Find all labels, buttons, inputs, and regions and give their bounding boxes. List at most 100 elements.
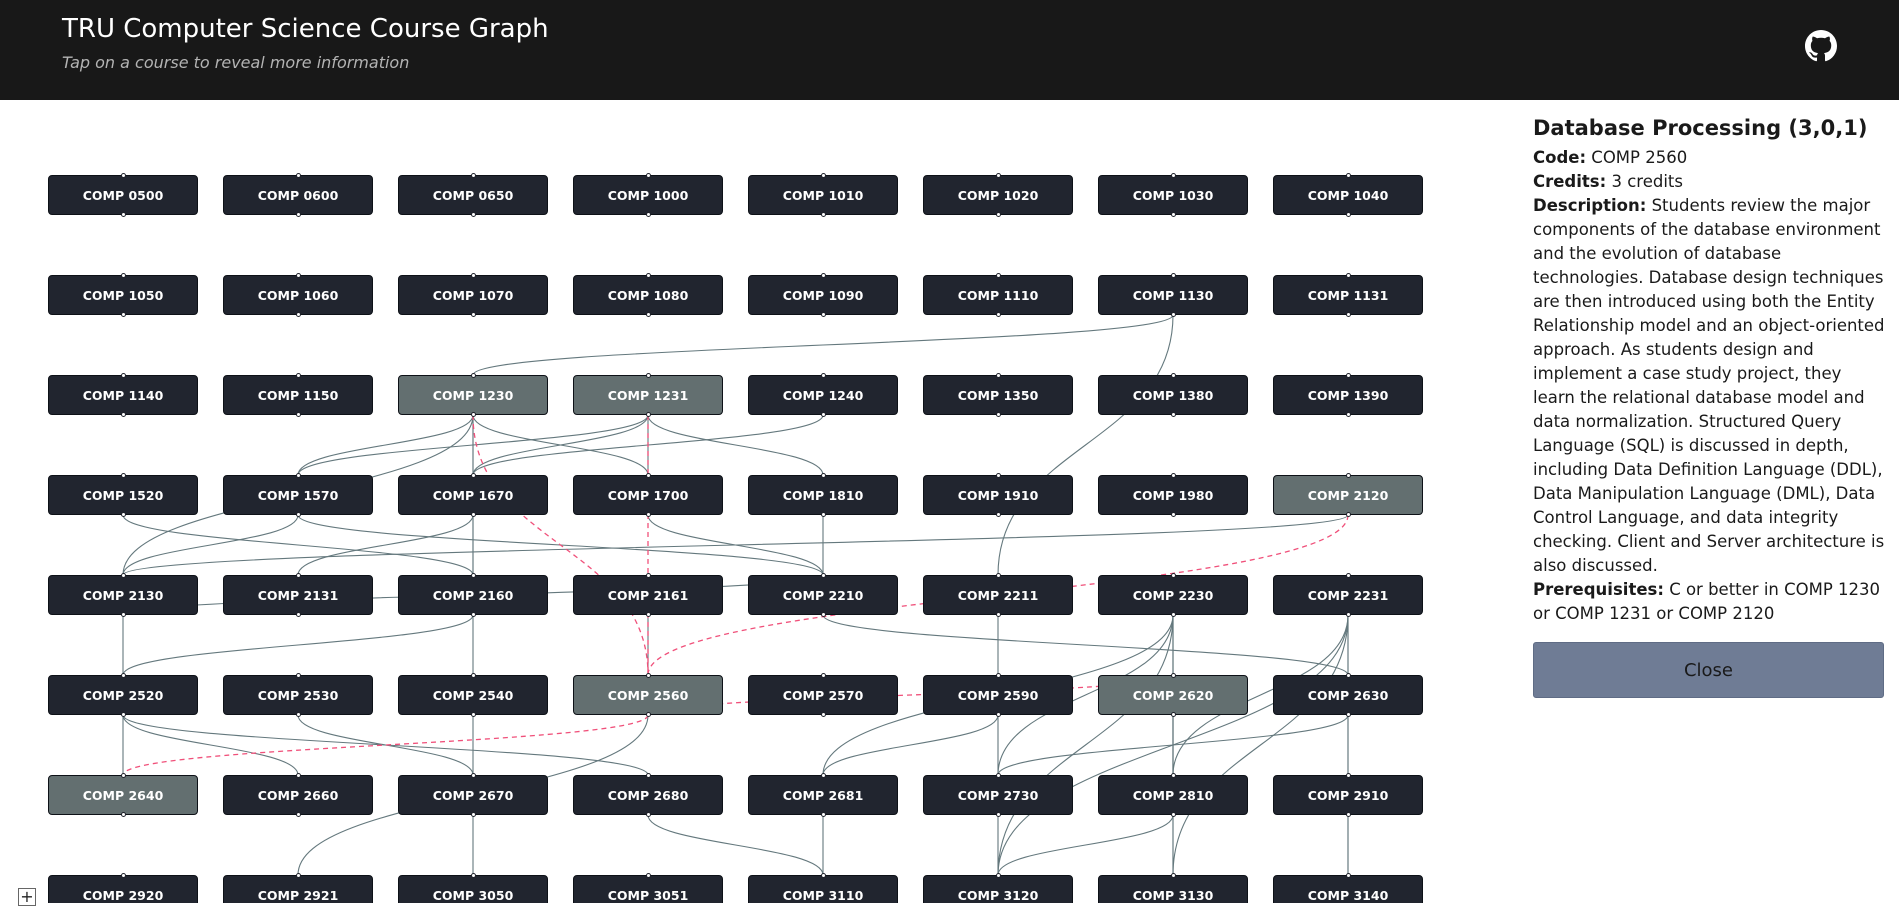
node-output-handle[interactable] — [296, 412, 301, 417]
course-node-comp-1980[interactable]: COMP 1980 — [1098, 473, 1248, 517]
node-input-handle[interactable] — [471, 773, 476, 778]
node-input-handle[interactable] — [996, 873, 1001, 878]
course-node-comp-2231[interactable]: COMP 2231 — [1273, 573, 1423, 617]
course-node-comp-0600[interactable]: COMP 0600 — [223, 173, 373, 217]
node-output-handle[interactable] — [296, 712, 301, 717]
node-input-handle[interactable] — [821, 673, 826, 678]
course-node-comp-2160[interactable]: COMP 2160 — [398, 573, 548, 617]
course-node-comp-2640[interactable]: COMP 2640 — [48, 773, 198, 817]
node-output-handle[interactable] — [996, 712, 1001, 717]
course-node-comp-2211[interactable]: COMP 2211 — [923, 573, 1073, 617]
course-node-comp-2130[interactable]: COMP 2130 — [48, 573, 198, 617]
node-input-handle[interactable] — [471, 473, 476, 478]
node-input-handle[interactable] — [646, 573, 651, 578]
node-input-handle[interactable] — [1346, 273, 1351, 278]
node-input-handle[interactable] — [996, 473, 1001, 478]
node-output-handle[interactable] — [646, 312, 651, 317]
node-input-handle[interactable] — [296, 573, 301, 578]
node-output-handle[interactable] — [1171, 812, 1176, 817]
node-output-handle[interactable] — [1171, 312, 1176, 317]
node-output-handle[interactable] — [121, 812, 126, 817]
course-node-comp-1110[interactable]: COMP 1110 — [923, 273, 1073, 317]
node-input-handle[interactable] — [1171, 373, 1176, 378]
node-input-handle[interactable] — [121, 673, 126, 678]
node-input-handle[interactable] — [471, 573, 476, 578]
node-input-handle[interactable] — [1171, 873, 1176, 878]
node-output-handle[interactable] — [471, 312, 476, 317]
node-output-handle[interactable] — [121, 712, 126, 717]
node-input-handle[interactable] — [471, 673, 476, 678]
node-output-handle[interactable] — [471, 512, 476, 517]
course-node-comp-1910[interactable]: COMP 1910 — [923, 473, 1073, 517]
course-node-comp-1000[interactable]: COMP 1000 — [573, 173, 723, 217]
node-output-handle[interactable] — [296, 212, 301, 217]
node-input-handle[interactable] — [1171, 573, 1176, 578]
course-node-comp-3051[interactable]: COMP 3051 — [573, 873, 723, 903]
course-node-comp-1700[interactable]: COMP 1700 — [573, 473, 723, 517]
node-input-handle[interactable] — [1171, 273, 1176, 278]
node-output-handle[interactable] — [1346, 612, 1351, 617]
node-output-handle[interactable] — [121, 412, 126, 417]
node-output-handle[interactable] — [471, 212, 476, 217]
course-node-comp-1080[interactable]: COMP 1080 — [573, 273, 723, 317]
node-input-handle[interactable] — [996, 173, 1001, 178]
node-input-handle[interactable] — [821, 773, 826, 778]
node-input-handle[interactable] — [121, 873, 126, 878]
course-node-comp-2230[interactable]: COMP 2230 — [1098, 573, 1248, 617]
course-node-comp-1380[interactable]: COMP 1380 — [1098, 373, 1248, 417]
node-output-handle[interactable] — [646, 512, 651, 517]
course-node-comp-1070[interactable]: COMP 1070 — [398, 273, 548, 317]
course-node-comp-0650[interactable]: COMP 0650 — [398, 173, 548, 217]
node-output-handle[interactable] — [1346, 512, 1351, 517]
course-node-comp-3110[interactable]: COMP 3110 — [748, 873, 898, 903]
course-node-comp-0500[interactable]: COMP 0500 — [48, 173, 198, 217]
node-output-handle[interactable] — [121, 212, 126, 217]
course-node-comp-1240[interactable]: COMP 1240 — [748, 373, 898, 417]
node-input-handle[interactable] — [646, 173, 651, 178]
node-output-handle[interactable] — [296, 612, 301, 617]
node-input-handle[interactable] — [1346, 473, 1351, 478]
node-output-handle[interactable] — [821, 212, 826, 217]
course-node-comp-1570[interactable]: COMP 1570 — [223, 473, 373, 517]
course-node-comp-3140[interactable]: COMP 3140 — [1273, 873, 1423, 903]
node-input-handle[interactable] — [1346, 173, 1351, 178]
node-output-handle[interactable] — [996, 812, 1001, 817]
node-output-handle[interactable] — [646, 412, 651, 417]
node-output-handle[interactable] — [821, 512, 826, 517]
node-input-handle[interactable] — [121, 173, 126, 178]
node-output-handle[interactable] — [996, 312, 1001, 317]
node-input-handle[interactable] — [821, 473, 826, 478]
node-output-handle[interactable] — [296, 512, 301, 517]
course-node-comp-2560[interactable]: COMP 2560 — [573, 673, 723, 717]
node-output-handle[interactable] — [821, 412, 826, 417]
course-node-comp-1230[interactable]: COMP 1230 — [398, 373, 548, 417]
node-input-handle[interactable] — [646, 673, 651, 678]
node-input-handle[interactable] — [1171, 773, 1176, 778]
course-node-comp-3120[interactable]: COMP 3120 — [923, 873, 1073, 903]
course-node-comp-2210[interactable]: COMP 2210 — [748, 573, 898, 617]
zoom-in-button[interactable]: + — [18, 888, 36, 906]
course-node-comp-1150[interactable]: COMP 1150 — [223, 373, 373, 417]
node-input-handle[interactable] — [821, 573, 826, 578]
node-output-handle[interactable] — [1171, 712, 1176, 717]
node-input-handle[interactable] — [471, 173, 476, 178]
node-output-handle[interactable] — [121, 512, 126, 517]
course-node-comp-2680[interactable]: COMP 2680 — [573, 773, 723, 817]
course-node-comp-2810[interactable]: COMP 2810 — [1098, 773, 1248, 817]
node-input-handle[interactable] — [1346, 773, 1351, 778]
course-node-comp-2161[interactable]: COMP 2161 — [573, 573, 723, 617]
node-output-handle[interactable] — [296, 812, 301, 817]
node-output-handle[interactable] — [471, 812, 476, 817]
node-input-handle[interactable] — [996, 273, 1001, 278]
course-node-comp-1140[interactable]: COMP 1140 — [48, 373, 198, 417]
node-input-handle[interactable] — [296, 673, 301, 678]
course-node-comp-1350[interactable]: COMP 1350 — [923, 373, 1073, 417]
node-output-handle[interactable] — [646, 812, 651, 817]
node-input-handle[interactable] — [121, 273, 126, 278]
node-output-handle[interactable] — [996, 612, 1001, 617]
course-node-comp-2921[interactable]: COMP 2921 — [223, 873, 373, 903]
node-input-handle[interactable] — [996, 673, 1001, 678]
github-icon[interactable] — [1805, 30, 1837, 62]
node-output-handle[interactable] — [1346, 312, 1351, 317]
node-output-handle[interactable] — [996, 212, 1001, 217]
